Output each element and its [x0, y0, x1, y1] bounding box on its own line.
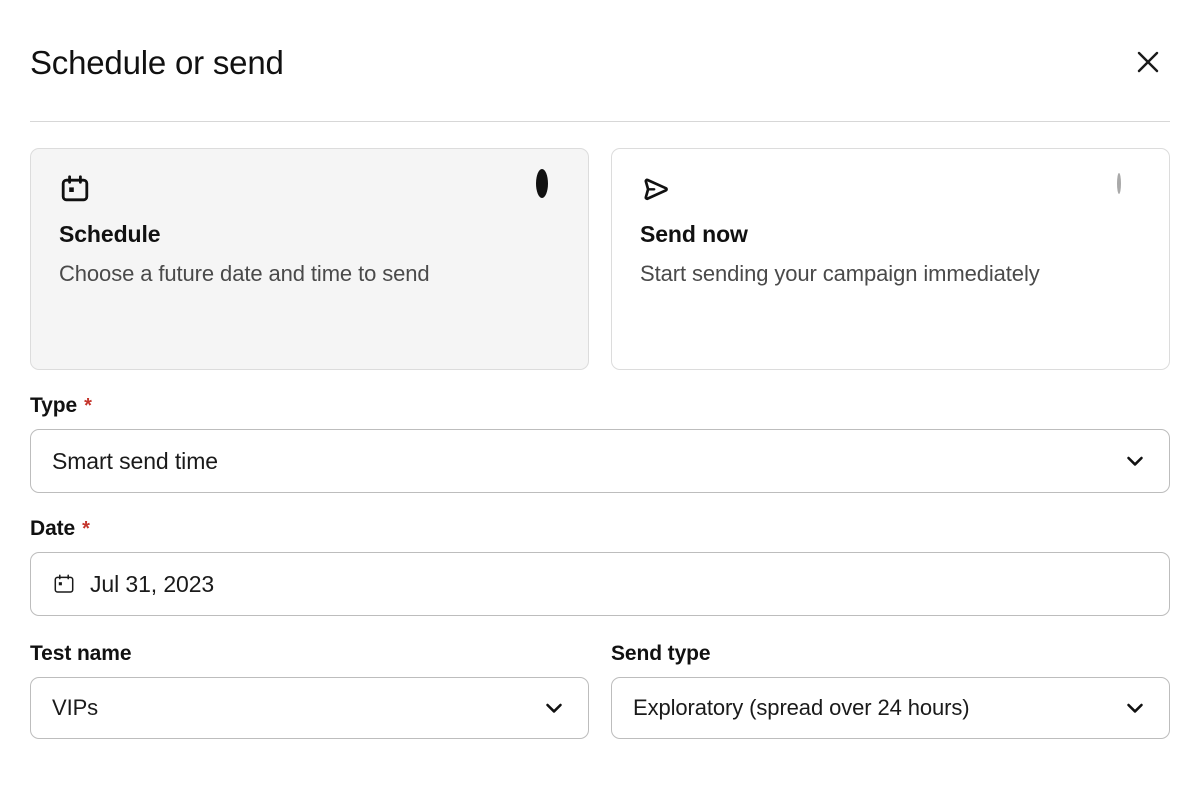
label-test-name: Test name — [30, 642, 589, 666]
type-select-value: Smart send time — [52, 448, 1113, 475]
radio-send-now[interactable] — [1117, 175, 1143, 201]
date-input[interactable]: Jul 31, 2023 — [30, 552, 1170, 616]
close-icon — [1135, 49, 1161, 78]
field-date: Date * Jul 31, 2023 — [30, 517, 1170, 616]
chevron-down-icon — [1123, 449, 1147, 473]
radio-selected-indicator — [536, 169, 548, 198]
send-type-select-value: Exploratory (spread over 24 hours) — [633, 695, 1113, 721]
label-type-text: Type — [30, 394, 77, 418]
close-button[interactable] — [1128, 43, 1168, 83]
send-icon — [640, 173, 1143, 207]
option-description-send-now: Start sending your campaign immediately — [640, 258, 1040, 289]
option-card-schedule[interactable]: Schedule Choose a future date and time t… — [30, 148, 589, 370]
chevron-down-icon — [1123, 696, 1147, 720]
label-type: Type * — [30, 394, 1170, 418]
test-name-select-value: VIPs — [52, 695, 532, 721]
required-indicator-date: * — [82, 519, 90, 539]
dialog-body: Schedule Choose a future date and time t… — [0, 122, 1200, 739]
test-settings-row: Test name VIPs Send type Exploratory ( — [30, 642, 1170, 739]
label-date: Date * — [30, 517, 1170, 541]
label-test-name-text: Test name — [30, 642, 131, 666]
type-select[interactable]: Smart send time — [30, 429, 1170, 493]
field-type: Type * Smart send time — [30, 394, 1170, 493]
option-title-send-now: Send now — [640, 221, 1143, 248]
calendar-icon — [59, 173, 562, 207]
option-title-schedule: Schedule — [59, 221, 562, 248]
send-mode-options: Schedule Choose a future date and time t… — [30, 148, 1170, 370]
radio-schedule[interactable] — [536, 175, 562, 201]
option-card-send-now[interactable]: Send now Start sending your campaign imm… — [611, 148, 1170, 370]
option-description-schedule: Choose a future date and time to send — [59, 258, 459, 289]
required-indicator-type: * — [84, 396, 92, 416]
calendar-icon — [52, 572, 76, 596]
label-date-text: Date — [30, 517, 75, 541]
radio-unselected-indicator — [1117, 173, 1121, 194]
label-send-type-text: Send type — [611, 642, 710, 666]
date-input-value: Jul 31, 2023 — [90, 571, 1147, 598]
label-send-type: Send type — [611, 642, 1170, 666]
schedule-or-send-dialog: Schedule or send — [0, 0, 1200, 802]
test-name-select[interactable]: VIPs — [30, 677, 589, 739]
dialog-header: Schedule or send — [0, 0, 1200, 96]
page-title: Schedule or send — [30, 43, 284, 83]
chevron-down-icon — [542, 696, 566, 720]
field-test-name: Test name VIPs — [30, 642, 589, 739]
field-send-type: Send type Exploratory (spread over 24 ho… — [611, 642, 1170, 739]
send-type-select[interactable]: Exploratory (spread over 24 hours) — [611, 677, 1170, 739]
